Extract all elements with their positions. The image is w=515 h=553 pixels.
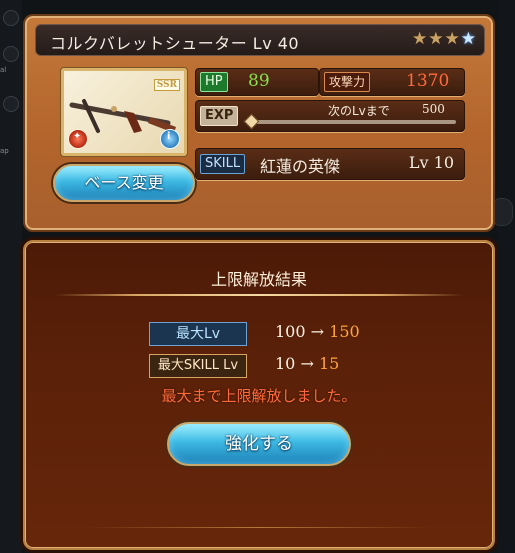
max-skill-from: 10 [275, 354, 296, 373]
attack-value: 1370 [406, 71, 450, 91]
uncap-result-panel: 上限解放結果 最大Lv 100 → 150 最大SKILL Lv 10 → 15… [23, 240, 495, 550]
exp-progress-marker [243, 113, 260, 130]
max-skill-level-change: 10 → 15 [275, 354, 339, 373]
side-icon[interactable] [3, 46, 19, 62]
skill-label: SKILL [200, 154, 246, 174]
skill-name: 紅蓮の英傑 [260, 157, 341, 176]
weapon-portrait[interactable]: SSR ✦ i [61, 68, 187, 156]
weapon-title-bar: コルクバレットシューター Lv 40 ★★★★ [35, 24, 485, 56]
attack-stat: 攻撃力 1370 [319, 68, 465, 96]
max-level-change: 100 → 150 [275, 322, 360, 341]
enhance-button[interactable]: 強化する [167, 422, 351, 466]
max-level-label: 最大Lv [149, 322, 247, 346]
arrow-icon: → [300, 354, 314, 373]
footer-divider [85, 527, 433, 528]
rarity-badge: SSR [153, 79, 180, 91]
fire-element-icon: ✦ [68, 129, 88, 149]
weapon-card: コルクバレットシューター Lv 40 ★★★★ SSR ✦ i ベース変更 HP… [23, 14, 495, 232]
star-icon: ★ [460, 29, 476, 49]
next-level-label: 次のLvまで [328, 104, 390, 118]
max-level-from: 100 [275, 322, 306, 341]
title-divider [55, 294, 463, 296]
rarity-stars: ★★★★ [411, 29, 476, 49]
side-label: ap [0, 147, 9, 155]
base-change-button[interactable]: ベース変更 [53, 164, 195, 202]
attack-label: 攻撃力 [324, 72, 371, 92]
weapon-name: コルクバレットシューター Lv 40 [50, 34, 300, 53]
side-label: al [0, 66, 7, 74]
exp-stat: EXP 次のLvまで 500 [195, 100, 465, 132]
max-skill-to: 15 [318, 354, 340, 373]
max-level-to: 150 [329, 322, 360, 341]
max-skill-level-label: 最大SKILL Lv [149, 354, 247, 378]
exp-progress-bar [252, 120, 456, 124]
side-icon[interactable] [3, 96, 19, 112]
arrow-icon: → [310, 322, 325, 341]
next-level-value: 500 [422, 102, 445, 116]
star-icon: ★ [412, 29, 428, 49]
left-side-strip: al ap [0, 0, 22, 553]
result-title: 上限解放結果 [210, 270, 307, 289]
side-icon[interactable] [3, 10, 19, 26]
star-icon: ★ [428, 29, 444, 49]
hp-stat: HP 89 [195, 68, 319, 96]
uncap-complete-message: 最大まで上限解放しました。 [161, 387, 357, 405]
skill-level: Lv 10 [408, 153, 454, 172]
hp-value: 89 [248, 71, 270, 91]
star-icon: ★ [444, 29, 460, 49]
exp-label: EXP [200, 106, 239, 126]
info-icon[interactable]: i [160, 129, 180, 149]
hp-label: HP [200, 72, 228, 92]
right-side-strip [491, 0, 515, 553]
skill-stat: SKILL 紅蓮の英傑 Lv 10 [195, 148, 465, 180]
